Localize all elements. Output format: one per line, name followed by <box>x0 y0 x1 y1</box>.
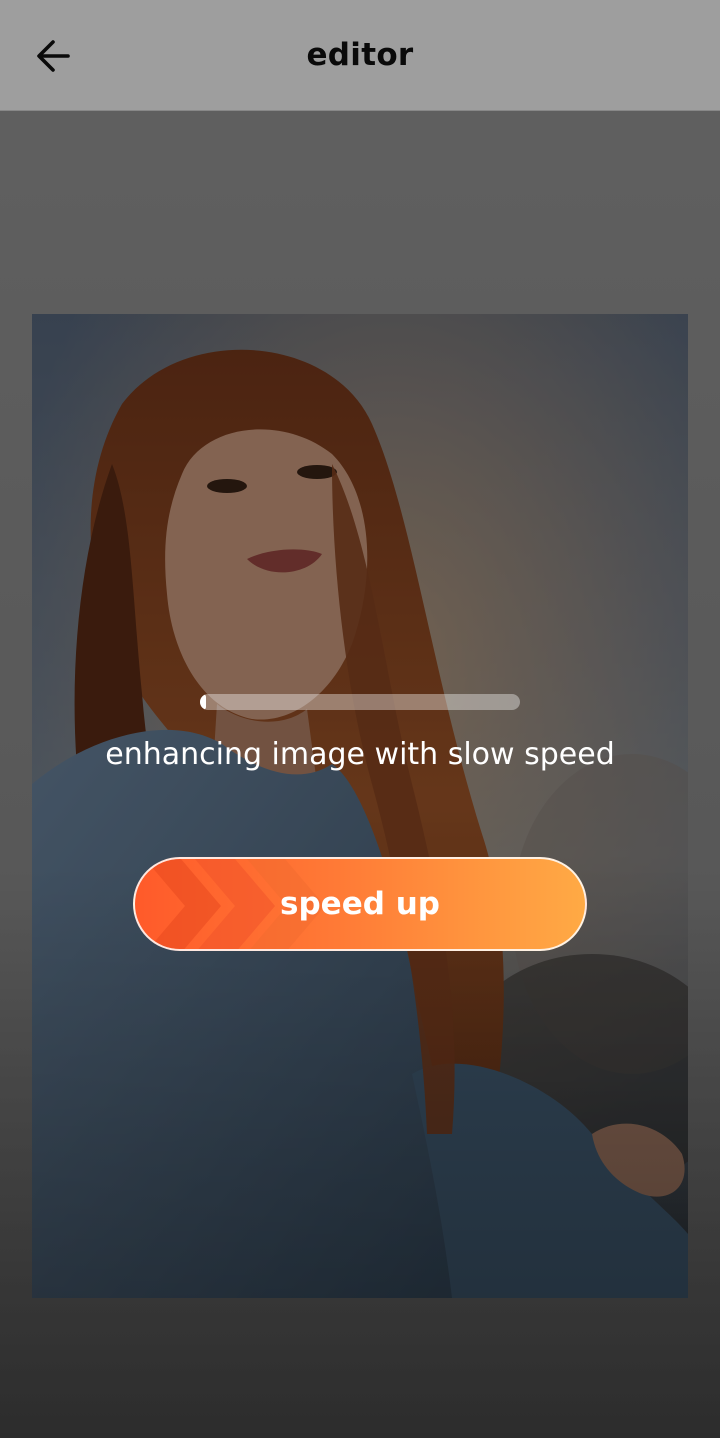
progress-bar <box>200 694 520 710</box>
speed-up-button[interactable]: speed up <box>133 857 587 951</box>
bottom-shade <box>0 0 720 1438</box>
speed-up-label: speed up <box>280 886 440 922</box>
status-text: enhancing image with slow speed <box>105 737 615 772</box>
page: editor <box>0 0 720 1438</box>
